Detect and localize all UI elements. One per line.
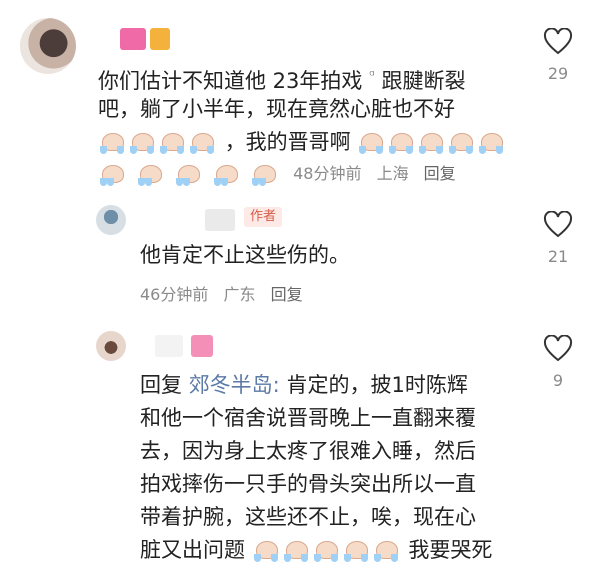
comment-text-line: 跟腱断裂 xyxy=(381,69,466,93)
comment-1: 你们估计不知道他 23年拍戏 ᵅ 跟腱断裂 吧，躺了小半年，现在竟然心脏也不好 … xyxy=(0,0,600,195)
comment-2: 作者 他肯定不止这些伤的。 46分钟前 广东 回复 21 xyxy=(0,195,600,315)
reply-button[interactable]: 回复 xyxy=(424,164,456,183)
crying-face-emoji xyxy=(312,540,340,562)
like-button[interactable]: 21 xyxy=(538,211,578,266)
comment-text-line: 我要哭死 xyxy=(408,538,493,562)
comment-text: 你们估计不知道他 23年拍戏 ᵅ 跟腱断裂 吧，躺了小半年，现在竟然心脏也不好 … xyxy=(98,60,518,159)
like-button[interactable]: 29 xyxy=(538,28,578,83)
author-tag: 作者 xyxy=(244,207,283,227)
comment-text-line: 带着护腕，这些还不止，唉，现在心 xyxy=(140,505,476,529)
username-blurred[interactable] xyxy=(205,209,245,231)
comment-text-line: 拍戏摔伤一只手的骨头突出所以一直 xyxy=(140,472,476,496)
comment-text: 他肯定不止这些伤的。 xyxy=(140,239,520,272)
username-blurred[interactable] xyxy=(120,28,180,50)
avatar[interactable] xyxy=(96,331,126,361)
crying-face-emoji xyxy=(252,540,280,562)
crying-face-emoji xyxy=(282,540,310,562)
crying-face-emoji xyxy=(98,132,126,154)
crying-face-emoji xyxy=(250,164,278,186)
at-icon: ᵅ xyxy=(369,68,375,84)
crying-face-emoji xyxy=(212,164,240,186)
heart-outline-icon xyxy=(543,28,573,55)
crying-face-emoji xyxy=(342,540,370,562)
crying-face-emoji xyxy=(477,132,505,154)
comment-location: 广东 xyxy=(223,285,256,304)
comment-text: 回复 郊冬半岛: 肯定的，披1时陈辉 和他一个宿舍说晋哥晚上一直翻来覆 去，因为… xyxy=(140,369,540,567)
crying-face-emoji xyxy=(158,132,186,154)
crying-face-emoji xyxy=(387,132,415,154)
comment-text-line: ，我的晋哥啊 xyxy=(224,130,351,154)
crying-face-emoji xyxy=(447,132,475,154)
like-count: 29 xyxy=(547,64,569,83)
comment-time: 46分钟前 xyxy=(140,285,209,304)
crying-face-emoji xyxy=(98,164,126,186)
crying-face-emoji xyxy=(174,164,202,186)
reply-prefix: 回复 xyxy=(140,373,182,397)
comment-meta: 48分钟前 上海 回复 xyxy=(98,160,466,186)
crying-face-emoji xyxy=(128,132,156,154)
crying-face-emoji xyxy=(357,132,385,154)
crying-face-emoji xyxy=(188,132,216,154)
heart-outline-icon xyxy=(543,335,573,362)
like-count: 21 xyxy=(547,247,569,266)
comment-text-line: 和他一个宿舍说晋哥晚上一直翻来覆 xyxy=(140,406,476,430)
avatar[interactable] xyxy=(20,18,76,74)
comment-time: 48分钟前 xyxy=(293,164,362,183)
comment-text-line: 你们估计不知道他 23年拍戏 xyxy=(98,69,363,93)
comment-text-line: 吧，躺了小半年，现在竟然心脏也不好 xyxy=(98,97,455,121)
comment-text-line: 脏又出问题 xyxy=(140,538,245,562)
comment-text-line: 去，因为身上太疼了很难入睡，然后 xyxy=(140,439,476,463)
like-button[interactable]: 9 xyxy=(538,335,578,390)
like-count: 9 xyxy=(552,371,564,390)
comment-text-line: 他肯定不止这些伤的。 xyxy=(140,243,350,267)
avatar[interactable] xyxy=(96,205,126,235)
comment-3: 回复 郊冬半岛: 肯定的，披1时陈辉 和他一个宿舍说晋哥晚上一直翻来覆 去，因为… xyxy=(0,315,600,562)
reply-target-username[interactable]: 郊冬半岛: xyxy=(189,373,280,397)
comment-meta: 46分钟前 广东 回复 xyxy=(140,281,313,305)
heart-outline-icon xyxy=(543,211,573,238)
crying-face-emoji xyxy=(372,540,400,562)
crying-face-emoji xyxy=(417,132,445,154)
username-blurred[interactable] xyxy=(155,335,225,357)
crying-face-emoji xyxy=(136,164,164,186)
reply-button[interactable]: 回复 xyxy=(271,285,303,304)
comment-text-line: 肯定的，披1时陈辉 xyxy=(286,373,468,397)
comment-location: 上海 xyxy=(376,164,409,183)
